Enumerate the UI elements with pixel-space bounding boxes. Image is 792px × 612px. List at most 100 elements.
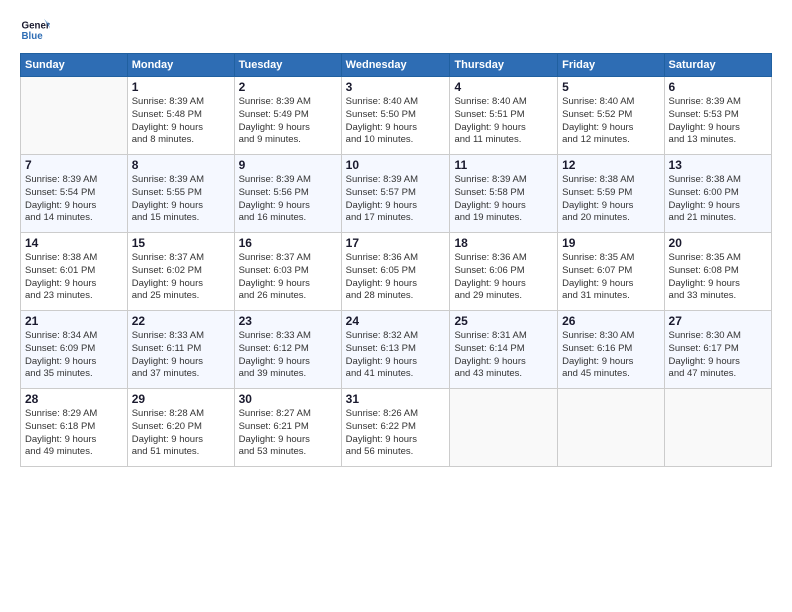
calendar-cell: 4 Sunrise: 8:40 AM Sunset: 5:51 PM Daylig… (450, 77, 558, 155)
day-info: Sunrise: 8:39 AM Sunset: 5:54 PM Dayligh… (25, 174, 123, 225)
logo-icon: General Blue (20, 15, 50, 45)
day-info: Sunrise: 8:37 AM Sunset: 6:03 PM Dayligh… (239, 252, 337, 303)
calendar-cell (558, 389, 664, 467)
day-number: 15 (132, 236, 230, 250)
day-info: Sunrise: 8:40 AM Sunset: 5:50 PM Dayligh… (346, 96, 446, 147)
calendar-week-row: 14Sunrise: 8:38 AM Sunset: 6:01 PM Dayli… (21, 233, 772, 311)
day-number: 25 (454, 314, 553, 328)
calendar-cell (664, 389, 771, 467)
calendar-cell: 6Sunrise: 8:39 AM Sunset: 5:53 PM Daylig… (664, 77, 771, 155)
calendar-header-sunday: Sunday (21, 54, 128, 77)
day-number: 21 (25, 314, 123, 328)
calendar-cell: 30 Sunrise: 8:27 AM Sunset: 6:21 PM Dayli… (234, 389, 341, 467)
calendar-cell: 24 Sunrise: 8:32 AM Sunset: 6:13 PM Dayli… (341, 311, 450, 389)
day-number: 18 (454, 236, 553, 250)
day-number: 27 (669, 314, 767, 328)
calendar-cell: 19 Sunrise: 8:35 AM Sunset: 6:07 PM Dayli… (558, 233, 664, 311)
day-number: 11 (454, 158, 553, 172)
day-number: 17 (346, 236, 446, 250)
calendar-header-friday: Friday (558, 54, 664, 77)
calendar-cell: 17 Sunrise: 8:36 AM Sunset: 6:05 PM Dayli… (341, 233, 450, 311)
day-info: Sunrise: 8:39 AM Sunset: 5:58 PM Dayligh… (454, 174, 553, 225)
svg-text:Blue: Blue (22, 31, 44, 42)
calendar-week-row: 21 Sunrise: 8:34 AM Sunset: 6:09 PM Dayli… (21, 311, 772, 389)
day-info: Sunrise: 8:36 AM Sunset: 6:06 PM Dayligh… (454, 252, 553, 303)
day-number: 28 (25, 392, 123, 406)
day-info: Sunrise: 8:39 AM Sunset: 5:49 PM Dayligh… (239, 96, 337, 147)
day-number: 9 (239, 158, 337, 172)
calendar-cell: 7 Sunrise: 8:39 AM Sunset: 5:54 PM Daylig… (21, 155, 128, 233)
day-info: Sunrise: 8:31 AM Sunset: 6:14 PM Dayligh… (454, 330, 553, 381)
calendar-cell: 22Sunrise: 8:33 AM Sunset: 6:11 PM Dayli… (127, 311, 234, 389)
day-info: Sunrise: 8:40 AM Sunset: 5:52 PM Dayligh… (562, 96, 659, 147)
calendar-cell: 25 Sunrise: 8:31 AM Sunset: 6:14 PM Dayli… (450, 311, 558, 389)
day-number: 5 (562, 80, 659, 94)
calendar-cell: 27 Sunrise: 8:30 AM Sunset: 6:17 PM Dayli… (664, 311, 771, 389)
day-number: 19 (562, 236, 659, 250)
day-info: Sunrise: 8:36 AM Sunset: 6:05 PM Dayligh… (346, 252, 446, 303)
day-info: Sunrise: 8:38 AM Sunset: 6:00 PM Dayligh… (669, 174, 767, 225)
day-number: 31 (346, 392, 446, 406)
day-info: Sunrise: 8:30 AM Sunset: 6:16 PM Dayligh… (562, 330, 659, 381)
calendar-week-row: 1Sunrise: 8:39 AM Sunset: 5:48 PM Daylig… (21, 77, 772, 155)
calendar-table: SundayMondayTuesdayWednesdayThursdayFrid… (20, 53, 772, 467)
day-number: 4 (454, 80, 553, 94)
calendar-cell: 5 Sunrise: 8:40 AM Sunset: 5:52 PM Daylig… (558, 77, 664, 155)
day-number: 14 (25, 236, 123, 250)
calendar-header-saturday: Saturday (664, 54, 771, 77)
calendar-cell (450, 389, 558, 467)
calendar-cell: 23 Sunrise: 8:33 AM Sunset: 6:12 PM Dayli… (234, 311, 341, 389)
calendar-header-wednesday: Wednesday (341, 54, 450, 77)
logo: General Blue (20, 15, 56, 45)
calendar-cell: 3 Sunrise: 8:40 AM Sunset: 5:50 PM Daylig… (341, 77, 450, 155)
svg-text:General: General (22, 21, 51, 32)
day-info: Sunrise: 8:39 AM Sunset: 5:57 PM Dayligh… (346, 174, 446, 225)
day-info: Sunrise: 8:26 AM Sunset: 6:22 PM Dayligh… (346, 408, 446, 459)
calendar-cell: 29Sunrise: 8:28 AM Sunset: 6:20 PM Dayli… (127, 389, 234, 467)
calendar-cell: 2 Sunrise: 8:39 AM Sunset: 5:49 PM Daylig… (234, 77, 341, 155)
day-info: Sunrise: 8:33 AM Sunset: 6:12 PM Dayligh… (239, 330, 337, 381)
day-number: 7 (25, 158, 123, 172)
calendar-cell: 13Sunrise: 8:38 AM Sunset: 6:00 PM Dayli… (664, 155, 771, 233)
day-number: 20 (669, 236, 767, 250)
day-number: 2 (239, 80, 337, 94)
day-info: Sunrise: 8:32 AM Sunset: 6:13 PM Dayligh… (346, 330, 446, 381)
day-info: Sunrise: 8:38 AM Sunset: 5:59 PM Dayligh… (562, 174, 659, 225)
day-number: 10 (346, 158, 446, 172)
calendar-cell: 8Sunrise: 8:39 AM Sunset: 5:55 PM Daylig… (127, 155, 234, 233)
day-number: 12 (562, 158, 659, 172)
day-info: Sunrise: 8:37 AM Sunset: 6:02 PM Dayligh… (132, 252, 230, 303)
calendar-cell: 18 Sunrise: 8:36 AM Sunset: 6:06 PM Dayli… (450, 233, 558, 311)
calendar-header-monday: Monday (127, 54, 234, 77)
day-number: 26 (562, 314, 659, 328)
calendar-cell: 11 Sunrise: 8:39 AM Sunset: 5:58 PM Dayli… (450, 155, 558, 233)
day-info: Sunrise: 8:29 AM Sunset: 6:18 PM Dayligh… (25, 408, 123, 459)
day-number: 23 (239, 314, 337, 328)
day-info: Sunrise: 8:33 AM Sunset: 6:11 PM Dayligh… (132, 330, 230, 381)
day-info: Sunrise: 8:30 AM Sunset: 6:17 PM Dayligh… (669, 330, 767, 381)
calendar-cell: 21 Sunrise: 8:34 AM Sunset: 6:09 PM Dayli… (21, 311, 128, 389)
day-info: Sunrise: 8:40 AM Sunset: 5:51 PM Dayligh… (454, 96, 553, 147)
calendar-cell: 12 Sunrise: 8:38 AM Sunset: 5:59 PM Dayli… (558, 155, 664, 233)
day-number: 8 (132, 158, 230, 172)
day-info: Sunrise: 8:28 AM Sunset: 6:20 PM Dayligh… (132, 408, 230, 459)
day-info: Sunrise: 8:39 AM Sunset: 5:56 PM Dayligh… (239, 174, 337, 225)
calendar-week-row: 28 Sunrise: 8:29 AM Sunset: 6:18 PM Dayli… (21, 389, 772, 467)
day-number: 30 (239, 392, 337, 406)
day-info: Sunrise: 8:39 AM Sunset: 5:48 PM Dayligh… (132, 96, 230, 147)
page: General Blue SundayMondayTuesdayWednesda… (0, 0, 792, 612)
calendar-cell (21, 77, 128, 155)
day-number: 24 (346, 314, 446, 328)
calendar-cell: 28 Sunrise: 8:29 AM Sunset: 6:18 PM Dayli… (21, 389, 128, 467)
calendar-header-row: SundayMondayTuesdayWednesdayThursdayFrid… (21, 54, 772, 77)
day-info: Sunrise: 8:34 AM Sunset: 6:09 PM Dayligh… (25, 330, 123, 381)
calendar-header-thursday: Thursday (450, 54, 558, 77)
calendar-cell: 20Sunrise: 8:35 AM Sunset: 6:08 PM Dayli… (664, 233, 771, 311)
header: General Blue (20, 15, 772, 45)
day-number: 3 (346, 80, 446, 94)
day-info: Sunrise: 8:27 AM Sunset: 6:21 PM Dayligh… (239, 408, 337, 459)
calendar-cell: 14Sunrise: 8:38 AM Sunset: 6:01 PM Dayli… (21, 233, 128, 311)
day-info: Sunrise: 8:35 AM Sunset: 6:07 PM Dayligh… (562, 252, 659, 303)
calendar-cell: 31 Sunrise: 8:26 AM Sunset: 6:22 PM Dayli… (341, 389, 450, 467)
day-number: 16 (239, 236, 337, 250)
